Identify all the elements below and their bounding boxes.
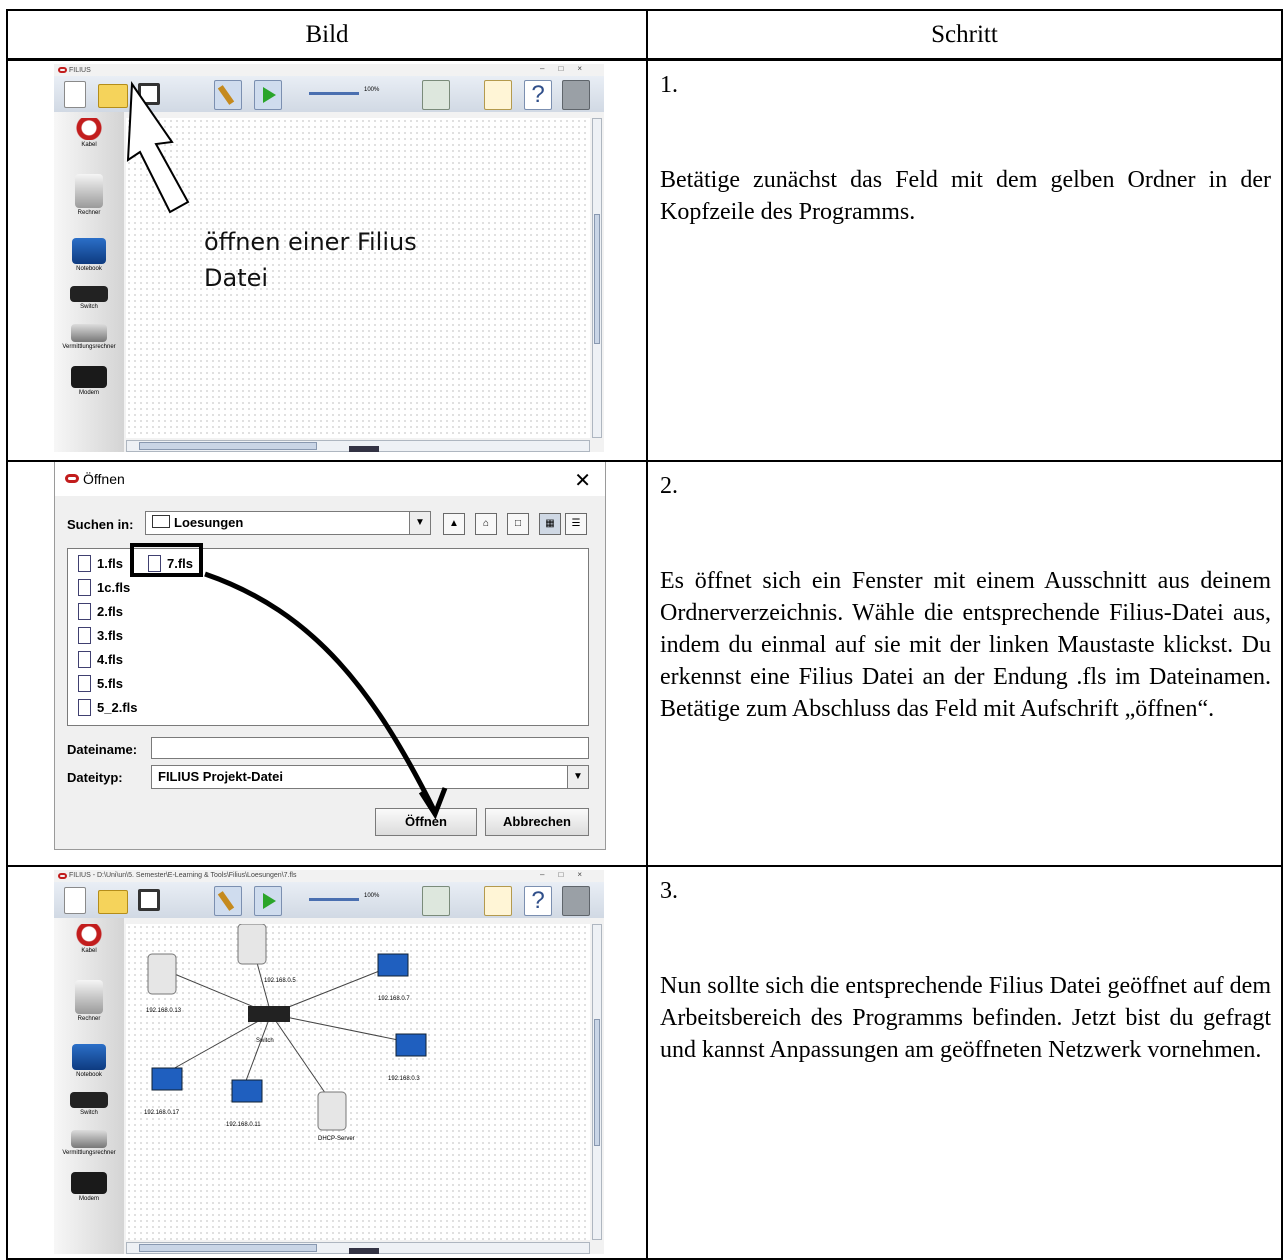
palette-label: Notebook (76, 1071, 102, 1078)
palette-item-computer[interactable]: Rechner (54, 979, 124, 1022)
image-cell-2: Öffnen ✕ Suchen in: Loesungen ▼ ▲ ⌂ □ ▦ … (6, 459, 648, 867)
filius-logo-icon (58, 872, 67, 879)
palette-item-modem[interactable]: Modem (54, 1171, 124, 1202)
switch-icon (70, 286, 108, 302)
new-file-icon[interactable] (64, 886, 86, 914)
node-label: 192.168.0.11 (226, 1122, 261, 1128)
palette-item-modem[interactable]: Modem (54, 366, 124, 396)
workspace: Kabel Rechner Notebook Switch Vermittlun… (54, 917, 604, 1254)
filius-window: FILIUS - D:\Uni\un\5. Semester\E-Learnin… (54, 869, 604, 1254)
column-header-step: Schritt (646, 9, 1283, 61)
open-folder-icon[interactable] (98, 889, 128, 914)
server-icon (317, 1091, 347, 1130)
node-label: DHCP-Server (318, 1136, 355, 1142)
column-header-image: Bild (6, 9, 648, 61)
step-number: 2. (660, 472, 678, 499)
image-cell-1: FILIUS –□× 100% ? Kabel Rechner Notebook… (6, 58, 648, 462)
step-cell-3: 3. Nun sollte sich die entsprechende Fil… (646, 864, 1283, 1260)
notebook-icon (72, 1043, 106, 1070)
node-server-icon (237, 923, 267, 964)
node-label: 192.168.0.13 (146, 1008, 182, 1014)
router-icon (71, 1129, 107, 1148)
info-icon[interactable] (562, 885, 590, 916)
zoom-slider[interactable] (309, 897, 359, 901)
node-label: 192.168.0.7 (378, 996, 410, 1002)
filius-window: FILIUS –□× 100% ? Kabel Rechner Notebook… (54, 64, 604, 452)
node-label: 192.168.0.3 (388, 1076, 420, 1082)
step-cell-1: 1. Betätige zunächst das Feld mit dem ge… (646, 58, 1283, 462)
computer-icon (147, 953, 177, 994)
palette-label: Switch (80, 1109, 98, 1116)
network-diagram: 192.168.0.5 192.168.0.13 192.168.0.7 Swi… (144, 923, 427, 1142)
palette-item-cable[interactable]: Kabel (54, 923, 124, 954)
palette-label: Kabel (81, 947, 97, 954)
switch-icon (248, 1005, 290, 1022)
open-dialog: Öffnen ✕ Suchen in: Loesungen ▼ ▲ ⌂ □ ▦ … (54, 461, 606, 850)
palette-label: Notebook (76, 266, 102, 272)
annotation-line-2: Datei (204, 264, 269, 292)
step-text: Nun sollte sich die entsprechende Filius… (660, 972, 1271, 1063)
palette-item-router[interactable]: Vermittlungsrechner (54, 324, 124, 350)
computer-icon (75, 979, 103, 1014)
notebook-icon (395, 1033, 427, 1056)
palette-label: Modem (78, 1195, 99, 1202)
notebook-icon (231, 1079, 263, 1102)
vertical-scrollbar[interactable] (592, 923, 602, 1240)
wizard-icon[interactable] (422, 885, 450, 916)
run-mode-icon[interactable] (254, 885, 282, 916)
palette-item-switch[interactable]: Switch (54, 1091, 124, 1116)
step-text: Es öffnet sich ein Fenster mit einem Aus… (660, 567, 1271, 722)
notebook-icon (151, 1067, 183, 1090)
step-text: Betätige zunächst das Feld mit dem gelbe… (660, 167, 1271, 225)
modem-icon (71, 1171, 107, 1194)
step-number: 1. (660, 72, 678, 98)
palette-label: Modem (78, 390, 99, 396)
node-label: 192.168.0.5 (264, 978, 296, 984)
notebook-icon (377, 953, 409, 976)
network-canvas[interactable]: 192.168.0.5 192.168.0.13 192.168.0.7 Swi… (126, 923, 590, 1240)
palette-label: Rechner (77, 1015, 101, 1022)
design-mode-icon[interactable] (214, 885, 242, 916)
cable-icon (73, 923, 105, 946)
help-icon[interactable]: ? (524, 885, 552, 916)
palette-item-switch[interactable]: Switch (54, 286, 124, 310)
image-cell-3: FILIUS - D:\Uni\un\5. Semester\E-Learnin… (6, 864, 648, 1260)
annotation-line-1: öffnen einer Filius (204, 228, 417, 256)
horizontal-scrollbar[interactable] (126, 1241, 590, 1254)
modem-icon (71, 366, 107, 388)
toolbar: 100% ? (54, 881, 604, 918)
zoom-label: 100% (364, 892, 380, 899)
palette-item-notebook[interactable]: Notebook (54, 1043, 124, 1078)
component-palette: Kabel Rechner Notebook Switch Vermittlun… (54, 917, 124, 1254)
node-label: 192.168.0.17 (144, 1110, 180, 1116)
palette-label: Switch (80, 304, 98, 310)
horizontal-scrollbar[interactable] (126, 440, 590, 452)
window-title: FILIUS - D:\Uni\un\5. Semester\E-Learnin… (69, 872, 297, 879)
step-cell-2: 2. Es öffnet sich ein Fenster mit einem … (646, 459, 1283, 867)
step-number: 3. (660, 877, 678, 904)
window-controls[interactable]: –□× (540, 870, 596, 879)
router-icon (71, 324, 107, 342)
palette-item-router[interactable]: Vermittlungsrechner (54, 1129, 124, 1156)
annotation-text: öffnen einer Filius Datei (204, 224, 417, 296)
node-label: Switch (256, 1038, 274, 1044)
switch-icon (70, 1091, 108, 1108)
window-titlebar: FILIUS - D:\Uni\un\5. Semester\E-Learnin… (54, 870, 604, 882)
palette-label: Vermittlungsrechner (62, 344, 116, 350)
save-icon[interactable] (138, 888, 160, 911)
edit-icon[interactable] (484, 885, 512, 916)
instruction-table: Bild Schritt FILIUS –□× 100% ? Kabel Rec… (6, 9, 1283, 1260)
annotation-arrow-icon (204, 571, 448, 820)
palette-label: Vermittlungsrechner (62, 1149, 116, 1156)
